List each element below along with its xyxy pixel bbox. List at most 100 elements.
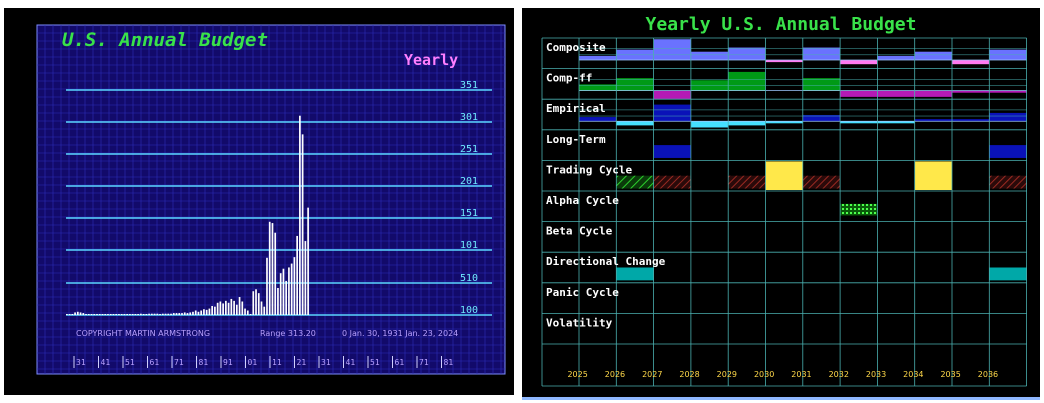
budget-bar [170,313,172,315]
budget-bar [101,314,104,315]
signal-cell [914,161,952,190]
budget-bar [241,301,244,315]
budget-bar [285,280,288,315]
budget-bar [134,314,137,315]
budget-bar [137,314,139,315]
budget-bar [257,293,260,315]
budget-chart-panel: 351 301 251 201 151 101 510 100 31 41 51 61 71 81 91 0… [4,8,514,395]
y-tick-label: 351 [460,80,478,91]
x-tick-label: 41 [101,358,111,367]
chart-subtitle: Yearly [404,51,458,69]
budget-bar [208,308,211,315]
budget-bar [109,314,112,315]
table-title: Yearly U.S. Annual Budget [646,14,917,35]
budget-bar [140,313,142,315]
y-tick-label: 101 [460,240,478,251]
x-tick-label: 31 [76,358,86,367]
row-bar-positive [579,117,617,122]
row-label: Composite [546,41,606,54]
x-tick-label: 11 [272,358,282,367]
row-bar-positive [728,47,766,61]
row-label: Directional Change [546,255,666,268]
budget-bar [74,312,76,315]
x-tick-label: 81 [444,358,454,367]
copyright-text: COPYRIGHT MARTIN ARMSTRONG [76,329,210,338]
x-tick-label: 31 [321,358,331,367]
budget-bar [85,314,87,315]
budget-bar [197,311,200,315]
budget-bar [175,313,178,315]
row-label: Long-Term [546,133,606,146]
y-tick-label: 151 [460,208,478,219]
signal-cell [989,267,1027,281]
signal-cell [616,267,654,281]
budget-bar [290,263,293,315]
row-bar-positive [989,112,1027,122]
budget-bar-chart: 351 301 251 201 151 101 510 100 31 41 51 61 71 81 91 0… [36,24,506,375]
budget-bar [227,302,230,315]
budget-bar [252,291,255,315]
cycle-table-panel: Yearly U.S. Annual Budget Composite Comp-… [522,8,1040,400]
year-label: 2032 [829,370,849,379]
budget-bar [233,300,235,315]
budget-bar [82,313,85,315]
budget-bar [246,310,249,315]
budget-bar [189,312,192,315]
row-bar-negative [728,121,766,126]
budget-bar [71,314,74,315]
budget-bar [148,313,150,315]
year-label: 2029 [717,370,737,379]
signal-cell [989,145,1027,158]
row-bar-negative [616,121,654,126]
y-tick-label: 100 [460,305,478,316]
budget-bar [131,314,134,315]
row-bar-positive [877,55,915,61]
x-tick-label: 41 [346,358,356,367]
budget-bar [87,314,90,315]
row-label: Alpha Cycle [546,194,619,207]
row-bar-negative [840,90,878,97]
budget-bar [153,313,156,315]
budget-bar [299,115,301,315]
budget-bar [90,314,93,315]
x-tick-label: 81 [199,358,209,367]
x-tick-label: 61 [150,358,160,367]
row-label: Trading Cycle [546,163,632,176]
row-bar-positive [802,78,841,91]
year-label: 2035 [940,370,960,379]
budget-bar [301,134,304,315]
budget-bar [129,314,131,315]
year-labels: 2025 2026 2027 2028 2029 2030 2031 2032 2033 2034… [567,370,998,379]
year-label: 2025 [567,370,587,379]
budget-bar [211,306,214,315]
year-label: 2030 [754,370,774,379]
budget-bar [76,311,79,315]
budget-bar [178,313,181,315]
budget-bar [219,301,222,315]
budget-bar [98,314,101,315]
x-tick-label: 51 [125,358,135,367]
signal-cell [840,203,878,216]
row-bar-positive [728,71,766,91]
budget-bar [266,257,268,315]
date-range-text: 0 Jan. 30, 1931 Jan. 23, 2024 [342,329,458,338]
budget-bar [296,235,298,315]
budget-bar [68,314,71,315]
budget-bar [279,273,282,315]
budget-bar [96,314,98,315]
budget-bar [112,314,115,315]
row-bar-negative [952,60,990,65]
budget-bar [164,313,167,315]
year-label: 2028 [679,370,699,379]
signal-cell [616,175,654,189]
row-bar-negative [690,121,729,128]
y-tick-label: 201 [460,176,478,187]
budget-bar [238,297,241,315]
x-tick-label: 71 [174,358,184,367]
row-bar-negative [914,90,952,97]
x-tick-label: 51 [370,358,380,367]
x-tick-label: 91 [223,358,233,367]
budget-bar [183,312,186,315]
budget-bar [271,223,274,315]
row-label: Volatility [546,316,613,329]
